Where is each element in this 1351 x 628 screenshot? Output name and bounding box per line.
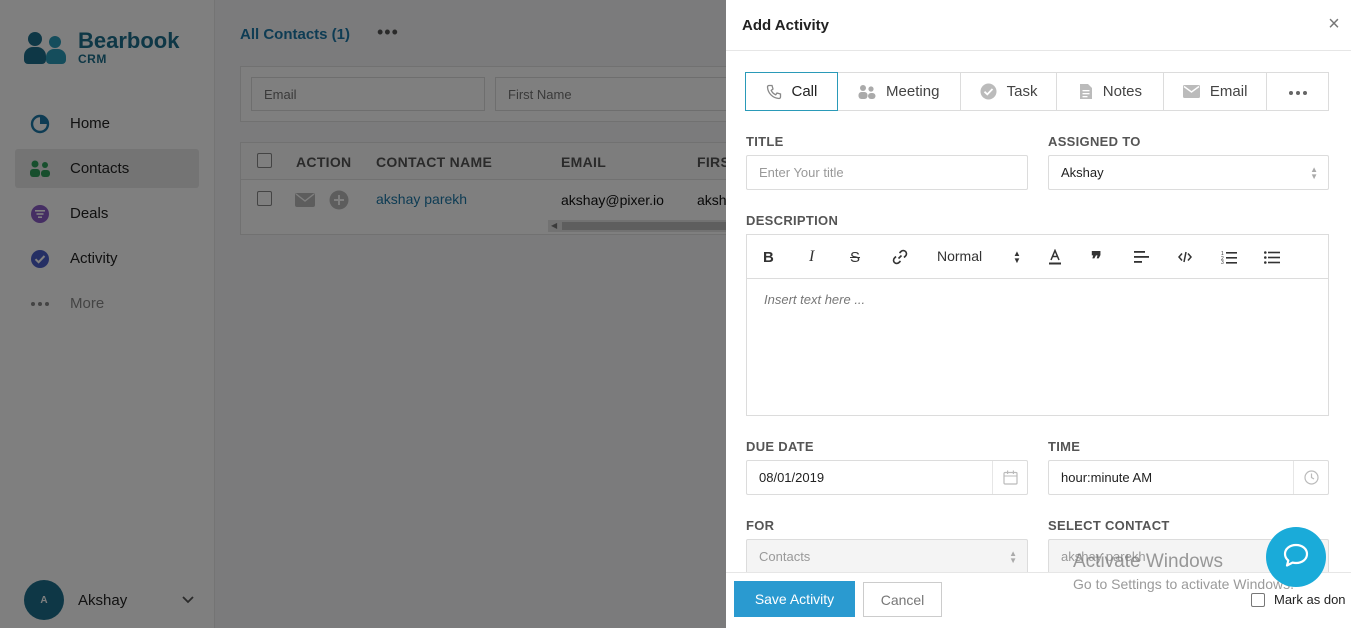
editor-toolbar: B I S Normal ▲ ▼ ❞ 123 bbox=[747, 235, 1328, 279]
description-textarea[interactable]: Insert text here ... bbox=[764, 292, 865, 307]
tab-label: Notes bbox=[1102, 83, 1142, 100]
align-icon[interactable] bbox=[1134, 248, 1149, 266]
for-value: Contacts bbox=[759, 549, 811, 564]
tab-meeting[interactable]: Meeting bbox=[838, 73, 961, 110]
tab-label: Call bbox=[791, 83, 818, 100]
tab-notes[interactable]: Notes bbox=[1057, 73, 1165, 110]
select-contact-value: akshay parekh bbox=[1061, 549, 1146, 564]
due-date-value: 08/01/2019 bbox=[759, 470, 825, 485]
tab-call[interactable]: Call bbox=[745, 72, 838, 111]
chat-launcher-button[interactable] bbox=[1266, 527, 1326, 587]
tab-task[interactable]: Task bbox=[961, 73, 1058, 110]
panel-title: Add Activity bbox=[742, 16, 829, 34]
close-icon[interactable]: × bbox=[1323, 13, 1345, 35]
checkbox[interactable] bbox=[1251, 592, 1265, 607]
save-activity-button[interactable]: Save Activity bbox=[734, 581, 855, 617]
time-value: hour:minute AM bbox=[1061, 470, 1153, 485]
tab-label: Task bbox=[1006, 83, 1038, 100]
select-arrows-icon: ▲ ▼ bbox=[1310, 165, 1318, 181]
check-circle-icon bbox=[980, 83, 997, 100]
bullet-list-icon[interactable] bbox=[1264, 248, 1280, 266]
text-format-select[interactable]: Normal bbox=[937, 248, 982, 264]
mark-as-done-checkbox[interactable]: Mark as don bbox=[1251, 592, 1346, 607]
mark-as-done-label: Mark as don bbox=[1274, 592, 1346, 607]
bold-icon[interactable]: B bbox=[763, 248, 774, 266]
add-activity-panel: Add Activity × Call Meeting Task Notes E… bbox=[726, 0, 1351, 628]
panel-footer: Save Activity Cancel Mark as don bbox=[726, 572, 1351, 628]
time-label: TIME bbox=[1048, 439, 1081, 454]
description-editor: B I S Normal ▲ ▼ ❞ 123 Insert text here … bbox=[746, 234, 1329, 416]
tab-more[interactable] bbox=[1267, 73, 1328, 110]
assigned-to-select[interactable]: Akshay ▲ ▼ bbox=[1048, 155, 1329, 190]
blockquote-icon[interactable]: ❞ bbox=[1091, 248, 1102, 270]
text-color-icon[interactable] bbox=[1048, 248, 1062, 266]
people-icon bbox=[858, 84, 876, 100]
select-contact-label: SELECT CONTACT bbox=[1048, 518, 1170, 533]
due-date-input[interactable]: 08/01/2019 bbox=[746, 460, 1028, 495]
title-input[interactable]: Enter Your title bbox=[746, 155, 1028, 190]
assigned-to-label: ASSIGNED TO bbox=[1048, 134, 1141, 149]
code-icon[interactable] bbox=[1178, 248, 1192, 266]
description-label: DESCRIPTION bbox=[746, 213, 839, 228]
tab-label: Email bbox=[1209, 83, 1248, 100]
assigned-to-value: Akshay bbox=[1061, 165, 1104, 180]
time-input[interactable]: hour:minute AM bbox=[1048, 460, 1329, 495]
modal-backdrop[interactable] bbox=[0, 0, 726, 628]
for-select[interactable]: Contacts ▲ ▼ bbox=[746, 539, 1028, 574]
clock-icon[interactable] bbox=[1293, 461, 1328, 494]
title-label: TITLE bbox=[746, 134, 784, 149]
more-dots-icon bbox=[1288, 83, 1308, 100]
select-arrows-icon[interactable]: ▲ ▼ bbox=[1013, 250, 1021, 265]
for-label: FOR bbox=[746, 518, 775, 533]
calendar-icon[interactable] bbox=[992, 461, 1027, 494]
activity-type-tabs: Call Meeting Task Notes Email bbox=[745, 72, 1329, 111]
cancel-button[interactable]: Cancel bbox=[863, 582, 942, 617]
select-arrows-icon: ▲ ▼ bbox=[1009, 549, 1017, 565]
tab-email[interactable]: Email bbox=[1164, 73, 1268, 110]
svg-text:3: 3 bbox=[1221, 260, 1224, 264]
italic-icon[interactable]: I bbox=[809, 248, 814, 266]
link-icon[interactable] bbox=[892, 248, 908, 266]
chat-bubble-icon bbox=[1283, 543, 1309, 572]
envelope-icon bbox=[1182, 85, 1200, 98]
due-date-label: DUE DATE bbox=[746, 439, 814, 454]
document-icon bbox=[1079, 83, 1093, 100]
tab-label: Meeting bbox=[886, 83, 940, 100]
phone-icon bbox=[766, 84, 782, 100]
ordered-list-icon[interactable]: 123 bbox=[1221, 248, 1237, 266]
strikethrough-icon[interactable]: S bbox=[850, 248, 860, 266]
